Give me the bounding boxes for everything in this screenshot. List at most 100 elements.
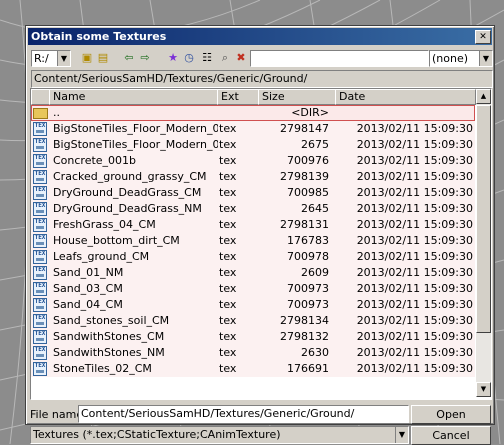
column-header-size[interactable]: Size bbox=[258, 89, 336, 105]
file-size: 176691 bbox=[287, 362, 329, 375]
file-ext: tex bbox=[219, 266, 237, 279]
vertical-scrollbar[interactable]: ▲ ▼ bbox=[476, 89, 491, 397]
file-size: 700973 bbox=[287, 282, 329, 295]
file-size: 2675 bbox=[301, 138, 329, 151]
file-size: 2630 bbox=[301, 346, 329, 359]
drive-value: R:/ bbox=[34, 52, 49, 65]
file-name: Sand_03_CM bbox=[53, 282, 123, 295]
file-date: 2013/02/11 15:09:30 bbox=[356, 250, 473, 263]
file-rows: .. <DIR> TEX BigStoneTiles_Floor_Modern_0… bbox=[31, 105, 475, 377]
delete-icon[interactable]: ✖ bbox=[234, 51, 248, 65]
chevron-down-icon: ▼ bbox=[57, 51, 70, 66]
file-row[interactable]: TEX BigStoneTiles_Floor_Modern_02_ tex 2675… bbox=[31, 137, 475, 153]
cancel-button[interactable]: Cancel bbox=[411, 426, 491, 445]
file-date: 2013/02/11 15:09:30 bbox=[356, 298, 473, 311]
scroll-down-button[interactable]: ▼ bbox=[476, 382, 491, 397]
folder-open-icon[interactable]: ▤ bbox=[96, 51, 110, 65]
file-row[interactable]: TEX BigStoneTiles_Floor_Modern_02_ tex 2798… bbox=[31, 121, 475, 137]
file-name: DryGround_DeadGrass_NM bbox=[53, 202, 202, 215]
scroll-thumb[interactable] bbox=[476, 105, 491, 333]
file-name: SandwithStones_CM bbox=[53, 330, 165, 343]
forward-arrow-icon[interactable]: ⇨ bbox=[138, 51, 152, 65]
open-button[interactable]: Open bbox=[411, 405, 491, 424]
star-icon[interactable]: ★ bbox=[166, 51, 180, 65]
file-row[interactable]: TEX Cracked_ground_grassy_CM tex 2798139 201… bbox=[31, 169, 475, 185]
file-row[interactable]: TEX House_bottom_dirt_CM tex 176783 2013/02/… bbox=[31, 233, 475, 249]
file-size: 2798139 bbox=[280, 170, 329, 183]
scroll-up-button[interactable]: ▲ bbox=[476, 89, 491, 104]
file-ext: tex bbox=[219, 362, 237, 375]
file-date: 2013/02/11 15:09:30 bbox=[356, 202, 473, 215]
title-bar[interactable]: Obtain some Textures ✕ bbox=[28, 28, 492, 45]
chevron-down-icon: ▼ bbox=[395, 427, 408, 443]
window-title: Obtain some Textures bbox=[31, 30, 167, 43]
file-size: 2798131 bbox=[280, 218, 329, 231]
close-button[interactable]: ✕ bbox=[475, 30, 491, 44]
file-dialog-window: Obtain some Textures ✕ R:/ ▼ ▣ ▤ ⇦ ⇨ ★ ◷… bbox=[25, 25, 495, 445]
file-date: 2013/02/11 15:09:30 bbox=[356, 170, 473, 183]
chevron-down-icon: ▼ bbox=[479, 51, 492, 66]
file-row[interactable]: TEX Sand_01_NM tex 2609 2013/02/11 15:09:30 bbox=[31, 265, 475, 281]
file-name: Sand_01_NM bbox=[53, 266, 124, 279]
file-row[interactable]: TEX Concrete_001b tex 700976 2013/02/11 15:0… bbox=[31, 153, 475, 169]
parent-dir-row[interactable]: .. <DIR> bbox=[31, 105, 475, 121]
file-row[interactable]: TEX Sand_03_CM tex 700973 2013/02/11 15:09:3… bbox=[31, 281, 475, 297]
file-size: 2798147 bbox=[280, 122, 329, 135]
file-date: 2013/02/11 15:09:30 bbox=[356, 234, 473, 247]
current-path: Content/SeriousSamHD/Textures/Generic/Gr… bbox=[31, 70, 493, 88]
file-name: House_bottom_dirt_CM bbox=[53, 234, 180, 247]
file-ext: tex bbox=[219, 330, 237, 343]
file-ext: tex bbox=[219, 138, 237, 151]
file-ext: tex bbox=[219, 186, 237, 199]
file-ext: tex bbox=[219, 234, 237, 247]
file-name: .. bbox=[53, 106, 60, 119]
file-name: Concrete_001b bbox=[53, 154, 137, 167]
file-ext: tex bbox=[219, 170, 237, 183]
search-icon[interactable]: ⌕ bbox=[218, 51, 232, 65]
file-ext: tex bbox=[219, 202, 237, 215]
file-row[interactable]: TEX Leafs_ground_CM tex 700978 2013/02/11 15… bbox=[31, 249, 475, 265]
filter-select[interactable]: (none) ▼ bbox=[429, 50, 493, 67]
file-date: 2013/02/11 15:09:30 bbox=[356, 314, 473, 327]
file-name-input[interactable]: Content/SeriousSamHD/Textures/Generic/Gr… bbox=[78, 405, 409, 423]
file-date: 2013/02/11 15:09:30 bbox=[356, 346, 473, 359]
column-header-date[interactable]: Date bbox=[335, 89, 476, 105]
file-ext: tex bbox=[219, 314, 237, 327]
column-header-icon[interactable] bbox=[31, 89, 50, 105]
back-arrow-icon[interactable]: ⇦ bbox=[122, 51, 136, 65]
file-date: 2013/02/11 15:09:30 bbox=[356, 218, 473, 231]
file-row[interactable]: TEX SandwithStones_CM tex 2798132 2013/02/11… bbox=[31, 329, 475, 345]
file-size: 2645 bbox=[301, 202, 329, 215]
file-row[interactable]: TEX SandwithStones_NM tex 2630 2013/02/11 15… bbox=[31, 345, 475, 361]
file-type-select[interactable]: Textures (*.tex;CStaticTexture;CAnimText… bbox=[30, 426, 409, 444]
column-header-ext[interactable]: Ext bbox=[217, 89, 259, 105]
column-header-name[interactable]: Name bbox=[49, 89, 218, 105]
list-icon[interactable]: ☷ bbox=[200, 51, 214, 65]
file-size: 2609 bbox=[301, 266, 329, 279]
file-size: 700976 bbox=[287, 154, 329, 167]
file-ext: tex bbox=[219, 282, 237, 295]
file-name: FreshGrass_04_CM bbox=[53, 218, 156, 231]
file-name: Sand_04_CM bbox=[53, 298, 123, 311]
file-row[interactable]: TEX StoneTiles_02_CM tex 176691 2013/02/11 1… bbox=[31, 361, 475, 377]
file-name: SandwithStones_NM bbox=[53, 346, 165, 359]
file-size: 700985 bbox=[287, 186, 329, 199]
file-row[interactable]: TEX Sand_04_CM tex 700973 2013/02/11 15:09:3… bbox=[31, 297, 475, 313]
folder-up-icon[interactable]: ▣ bbox=[80, 51, 94, 65]
file-name: Sand_stones_soil_CM bbox=[53, 314, 170, 327]
search-input[interactable] bbox=[250, 50, 429, 67]
file-row[interactable]: TEX FreshGrass_04_CM tex 2798131 2013/02/11 … bbox=[31, 217, 475, 233]
file-list[interactable]: Name Ext Size Date .. <DIR> TEX BigStoneT… bbox=[30, 88, 492, 400]
file-ext: tex bbox=[219, 154, 237, 167]
clock-icon[interactable]: ◷ bbox=[182, 51, 196, 65]
dir-marker: <DIR> bbox=[291, 106, 329, 119]
texture-file-icon: TEX bbox=[33, 361, 49, 381]
file-size: 176783 bbox=[287, 234, 329, 247]
file-row[interactable]: TEX DryGround_DeadGrass_NM tex 2645 2013/02/… bbox=[31, 201, 475, 217]
file-row[interactable]: TEX DryGround_DeadGrass_CM tex 700985 2013/0… bbox=[31, 185, 475, 201]
file-row[interactable]: TEX Sand_stones_soil_CM tex 2798134 2013/02/… bbox=[31, 313, 475, 329]
file-name: BigStoneTiles_Floor_Modern_02_ bbox=[53, 138, 218, 151]
file-size: 2798132 bbox=[280, 330, 329, 343]
file-name: StoneTiles_02_CM bbox=[53, 362, 152, 375]
drive-select[interactable]: R:/ ▼ bbox=[31, 50, 71, 67]
